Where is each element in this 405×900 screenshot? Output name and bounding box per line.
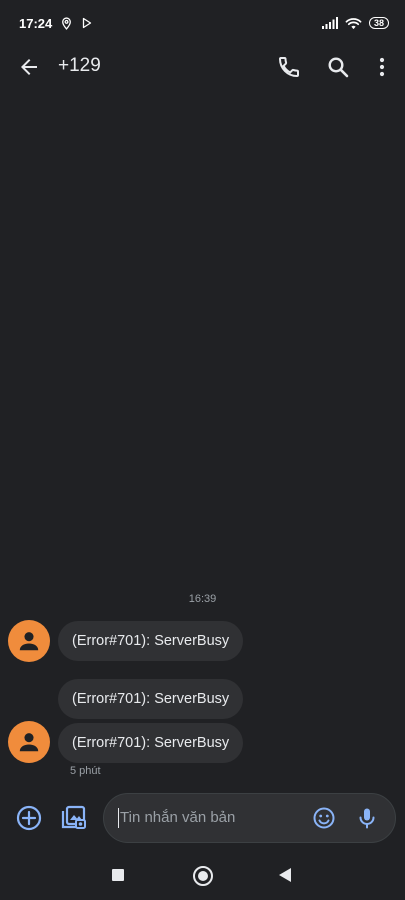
message-input-placeholder: Tin nhắn văn bản (120, 809, 236, 826)
message-input[interactable]: Tin nhắn văn bản (103, 793, 396, 843)
avatar[interactable] (8, 721, 50, 763)
battery-icon: 38 (368, 17, 389, 29)
person-icon (19, 733, 39, 752)
location-pin-icon (62, 16, 72, 30)
wifi-icon (345, 17, 362, 30)
play-store-icon (83, 17, 92, 29)
home-icon[interactable] (193, 866, 213, 886)
nav-back-icon[interactable] (279, 868, 291, 882)
back-arrow-icon[interactable] (17, 55, 41, 79)
message-timestamp: 16:39 (188, 593, 217, 605)
recents-icon[interactable] (112, 869, 124, 881)
phone-icon[interactable] (277, 55, 301, 79)
add-circle-icon[interactable] (15, 804, 43, 832)
message-bubble[interactable]: (Error#701): ServerBusy (58, 621, 244, 661)
messages-screen: 17:24 38 +129 16:39 (Error#701): ServerB… (0, 0, 405, 900)
search-icon[interactable] (326, 55, 350, 79)
more-vert-icon[interactable] (370, 55, 394, 79)
signal-icon (321, 17, 338, 29)
message-bubble[interactable]: (Error#701): ServerBusy (58, 679, 244, 719)
status-bar: 17:24 38 (0, 0, 405, 46)
app-bar: +129 (0, 46, 405, 88)
avatar[interactable] (8, 620, 50, 662)
message-bubble[interactable]: (Error#701): ServerBusy (58, 723, 244, 763)
microphone-icon[interactable] (355, 806, 379, 830)
message-age: 5 phút (70, 765, 101, 777)
status-time: 17:24 (19, 15, 53, 31)
system-nav-bar (0, 852, 405, 900)
conversation-title: +129 (58, 55, 101, 76)
person-icon (19, 632, 39, 651)
media-gallery-icon[interactable] (59, 804, 87, 832)
text-caret (118, 808, 119, 828)
emoji-icon[interactable] (312, 806, 336, 830)
